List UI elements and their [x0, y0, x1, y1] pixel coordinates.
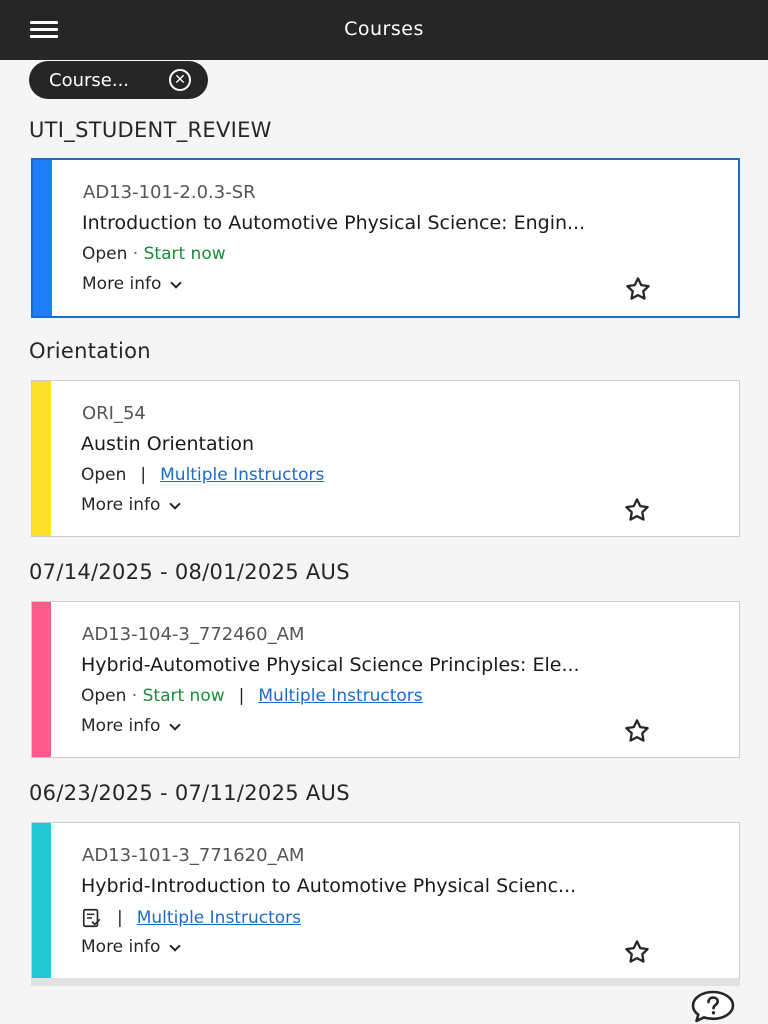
- course-card[interactable]: ORI_54 Austin Orientation Open | Multipl…: [31, 380, 740, 537]
- course-name[interactable]: Hybrid-Automotive Physical Science Princ…: [81, 654, 715, 676]
- start-now-link[interactable]: Start now: [143, 686, 225, 706]
- course-code: AD13-104-3_772460_AM: [82, 624, 305, 645]
- course-status: | Multiple Instructors: [81, 907, 301, 929]
- course-code: ORI_54: [82, 403, 146, 424]
- section-title: 06/23/2025 - 07/11/2025 AUS: [29, 781, 350, 805]
- more-info-toggle[interactable]: More info: [81, 716, 182, 736]
- course-color-stripe: [32, 823, 51, 978]
- course-code: AD13-101-3_771620_AM: [82, 845, 305, 866]
- course-color-stripe: [32, 602, 51, 757]
- star-outline-icon[interactable]: [623, 274, 653, 304]
- instructors-link[interactable]: Multiple Instructors: [258, 686, 422, 706]
- chevron-down-icon: [169, 719, 182, 731]
- course-name[interactable]: Hybrid-Introduction to Automotive Physic…: [81, 875, 715, 897]
- more-info-toggle[interactable]: More info: [82, 274, 183, 294]
- status-text: Open: [82, 244, 128, 264]
- more-info-label: More info: [82, 274, 162, 294]
- course-name[interactable]: Introduction to Automotive Physical Scie…: [82, 212, 714, 234]
- course-card[interactable]: AD13-101-3_771620_AM Hybrid-Introduction…: [31, 822, 740, 979]
- course-status: Open · Start now | Multiple Instructors: [81, 686, 423, 706]
- star-outline-icon[interactable]: [622, 495, 652, 525]
- course-code: AD13-101-2.0.3-SR: [83, 182, 256, 203]
- instructors-link[interactable]: Multiple Instructors: [137, 908, 301, 928]
- course-card[interactable]: AD13-104-3_772460_AM Hybrid-Automotive P…: [31, 601, 740, 758]
- close-circle-icon[interactable]: ✕: [169, 69, 191, 91]
- section-title: 07/14/2025 - 08/01/2025 AUS: [29, 560, 350, 584]
- course-color-stripe: [33, 160, 52, 316]
- more-info-toggle[interactable]: More info: [81, 937, 182, 957]
- completed-doc-icon: [82, 908, 101, 928]
- star-outline-icon[interactable]: [622, 716, 652, 746]
- section-title: Orientation: [29, 339, 151, 363]
- separator: |: [140, 465, 147, 485]
- more-info-toggle[interactable]: More info: [81, 495, 182, 515]
- chevron-down-icon: [170, 277, 183, 289]
- course-filter-chip[interactable]: Course... ✕: [29, 61, 208, 99]
- page-title: Courses: [344, 18, 424, 40]
- status-text: Open: [81, 465, 127, 485]
- list-end-divider: [31, 978, 740, 986]
- course-name[interactable]: Austin Orientation: [81, 433, 715, 455]
- course-card[interactable]: AD13-101-2.0.3-SR Introduction to Automo…: [31, 158, 740, 318]
- course-color-stripe: [32, 381, 51, 536]
- chevron-down-icon: [169, 498, 182, 510]
- top-app-bar: Courses: [0, 0, 768, 60]
- separator: |: [117, 908, 123, 928]
- separator: |: [238, 686, 245, 706]
- section-title: UTI_STUDENT_REVIEW: [29, 118, 272, 142]
- status-text: Open: [81, 686, 127, 706]
- help-bubble-icon[interactable]: [690, 989, 736, 1023]
- more-info-label: More info: [81, 716, 161, 736]
- more-info-label: More info: [81, 937, 161, 957]
- instructors-link[interactable]: Multiple Instructors: [160, 465, 324, 485]
- more-info-label: More info: [81, 495, 161, 515]
- course-status: Open · Start now: [82, 244, 226, 264]
- course-status: Open | Multiple Instructors: [81, 465, 324, 485]
- filter-chip-label: Course...: [49, 69, 130, 91]
- start-now-link[interactable]: Start now: [144, 244, 226, 264]
- chevron-down-icon: [169, 940, 182, 952]
- star-outline-icon[interactable]: [622, 937, 652, 967]
